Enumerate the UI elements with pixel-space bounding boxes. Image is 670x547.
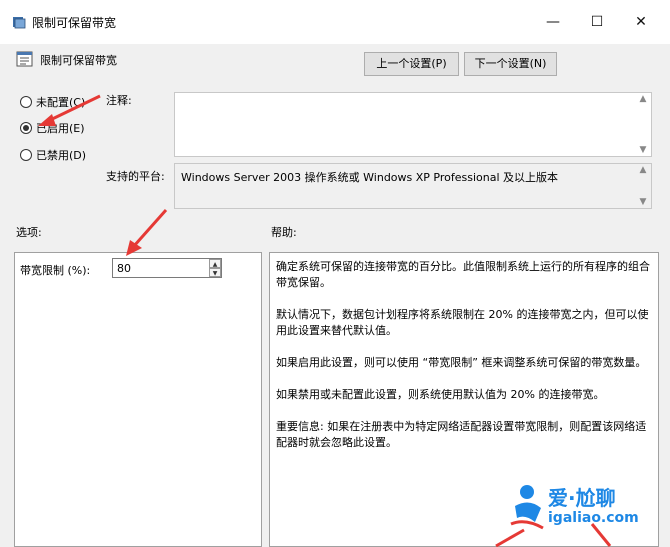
radio-label: 已禁用(D): [36, 149, 87, 162]
next-setting-button[interactable]: 下一个设置(N): [464, 52, 557, 76]
platform-scrollbar[interactable]: ▲ ▼: [635, 164, 651, 208]
scroll-down-icon[interactable]: ▼: [635, 145, 651, 155]
maximize-button[interactable]: ☐: [574, 8, 620, 36]
policy-app-icon: [13, 17, 26, 29]
scroll-up-icon[interactable]: ▲: [635, 165, 651, 175]
help-paragraph: 重要信息: 如果在注册表中为特定网络适配器设置带宽限制，则配置该网络适配器时就会…: [276, 420, 647, 449]
close-button[interactable]: ✕: [618, 8, 664, 36]
previous-setting-button[interactable]: 上一个设置(P): [364, 52, 459, 76]
window-title: 限制可保留带宽: [32, 16, 117, 30]
help-paragraph: 确定系统可保留的连接带宽的百分比。此值限制系统上运行的所有程序的组合带宽保留。: [276, 260, 650, 289]
radio-circle[interactable]: [20, 149, 32, 161]
red-arrow-icon: [38, 94, 101, 126]
bandwidth-limit-label: 带宽限制 (%):: [20, 264, 91, 277]
comment-scrollbar[interactable]: ▲ ▼: [635, 93, 651, 156]
scroll-down-icon[interactable]: ▼: [635, 197, 651, 207]
help-paragraph: 如果禁用或未配置此设置，则系统使用默认值为 20% 的连接带宽。: [276, 388, 605, 401]
help-label: 帮助:: [271, 226, 297, 239]
policy-setting-icon: [16, 51, 33, 67]
watermark-brand: 爱·尬聊: [548, 486, 616, 510]
help-paragraph: 如果启用此设置，则可以使用 “带宽限制” 框来调整系统可保留的带宽数量。: [276, 356, 647, 369]
scroll-up-icon[interactable]: ▲: [635, 94, 651, 104]
platform-label: 支持的平台:: [106, 170, 165, 183]
help-paragraph: 默认情况下，数据包计划程序将系统限制在 20% 的连接带宽之内，但可以使用此设置…: [276, 308, 649, 337]
options-label: 选项:: [16, 226, 42, 239]
radio-disabled[interactable]: 已禁用(D): [20, 146, 86, 164]
platform-value: Windows Server 2003 操作系统或 Windows XP Pro…: [181, 171, 559, 184]
policy-name: 限制可保留带宽: [40, 54, 117, 67]
bandwidth-spinner[interactable]: ▲ ▼: [209, 259, 221, 277]
watermark-url: igaliao.com: [548, 510, 639, 526]
options-panel: [14, 252, 262, 547]
spin-down-icon[interactable]: ▼: [209, 268, 221, 277]
minimize-button[interactable]: —: [530, 8, 576, 36]
platform-field: Windows Server 2003 操作系统或 Windows XP Pro…: [174, 163, 652, 209]
red-arrow-icon: [126, 209, 168, 256]
spin-up-icon[interactable]: ▲: [209, 259, 221, 268]
comment-textarea[interactable]: ▲ ▼: [174, 92, 652, 157]
